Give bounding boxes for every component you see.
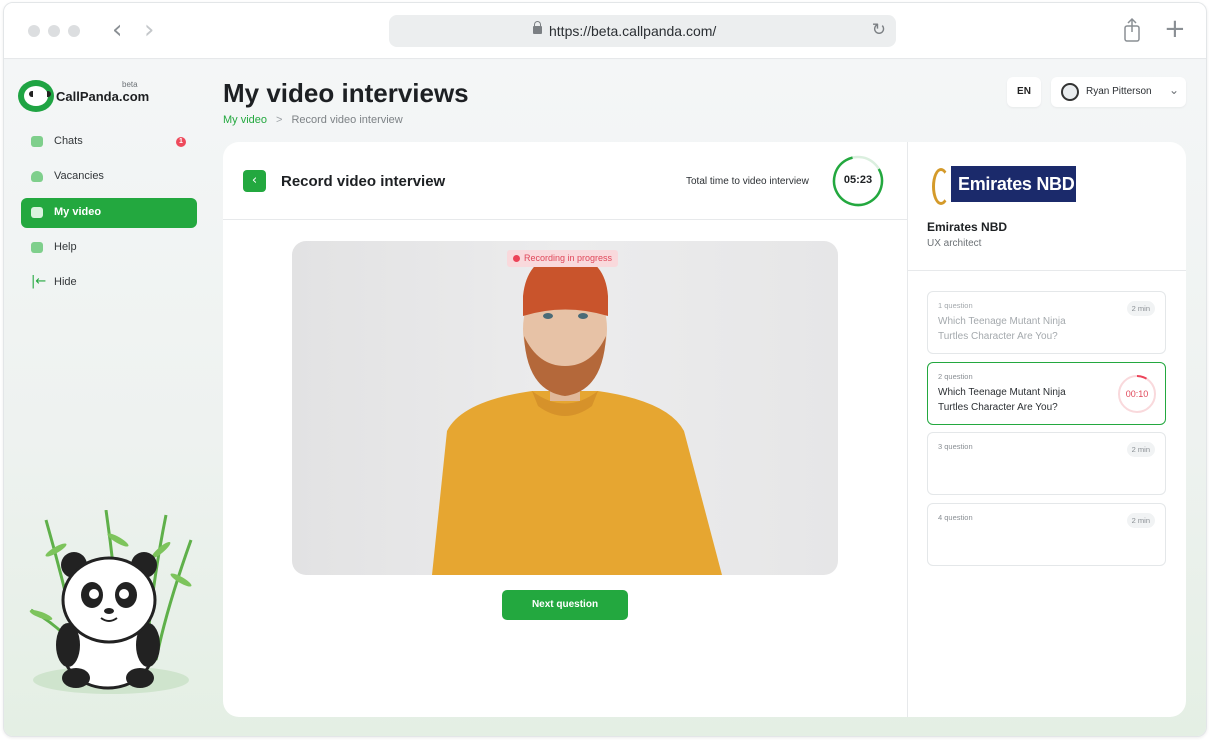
- share-icon[interactable]: [1122, 17, 1142, 43]
- panel-header: ‹ Record video interview Total time to v…: [223, 142, 907, 220]
- question-duration-badge: 2 min: [1126, 513, 1155, 528]
- beta-tag: beta: [122, 80, 138, 89]
- address-bar[interactable]: https://beta.callpanda.com/ ↻: [389, 15, 896, 47]
- breadcrumb: My video > Record video interview: [223, 114, 403, 126]
- video-preview: Recording in progress: [292, 241, 838, 575]
- url-text: https://beta.callpanda.com/: [549, 23, 717, 39]
- page-title: My video interviews: [223, 78, 469, 108]
- new-tab-icon[interactable]: +: [1164, 14, 1186, 44]
- browser-toolbar: ‹ › https://beta.callpanda.com/ ↻ +: [4, 3, 1206, 59]
- question-card-3[interactable]: 3 question 2 min: [927, 432, 1166, 495]
- question-card-1[interactable]: 1 question Which Teenage Mutant Ninja Tu…: [927, 291, 1166, 354]
- sidebar-item-label: Chats: [54, 135, 83, 147]
- chat-icon: [31, 136, 43, 147]
- question-duration-badge: 2 min: [1126, 301, 1155, 316]
- panda-logo-icon: [18, 80, 54, 112]
- forward-arrow-icon[interactable]: ›: [144, 17, 168, 45]
- question-number: 2 question: [938, 372, 973, 381]
- question-card-2[interactable]: 2 question Which Teenage Mutant Ninja Tu…: [927, 362, 1166, 425]
- person-video-frame: [432, 253, 722, 575]
- help-icon: [31, 242, 43, 253]
- brand-name: CallPanda.com: [56, 89, 150, 104]
- chevron-down-icon: ⌄: [1169, 83, 1180, 97]
- avatar: [1061, 83, 1079, 101]
- sidebar-item-my-video[interactable]: My video: [21, 198, 197, 228]
- browser-window: ‹ › https://beta.callpanda.com/ ↻ + Call…: [3, 2, 1207, 737]
- company-logo-text: Emirates NBD: [958, 174, 1075, 194]
- back-button[interactable]: ‹: [243, 170, 266, 192]
- app-area: CallPanda.com beta Chats 1 Vacancies My …: [4, 60, 1206, 736]
- sidebar-item-vacancies[interactable]: Vacancies: [21, 162, 197, 192]
- sidebar-item-label: Help: [54, 241, 77, 253]
- company-logo-mark-icon: [927, 166, 951, 205]
- question-number: 4 question: [938, 513, 973, 522]
- video-camera-icon: [31, 207, 43, 218]
- sidebar-item-label: My video: [54, 206, 102, 218]
- maximize-window-dot[interactable]: [68, 25, 80, 37]
- question-number: 3 question: [938, 442, 973, 451]
- total-time-label: Total time to video interview: [686, 176, 809, 187]
- company-name: Emirates NBD: [927, 220, 1008, 234]
- recording-status-badge: Recording in progress: [507, 250, 619, 267]
- lock-icon: [533, 21, 542, 34]
- question-number: 1 question: [938, 301, 973, 310]
- close-window-dot[interactable]: [28, 25, 40, 37]
- briefcase-icon: [31, 171, 43, 182]
- minimize-window-dot[interactable]: [48, 25, 60, 37]
- panel-title: Record video interview: [281, 173, 446, 190]
- question-card-4[interactable]: 4 question 2 min: [927, 503, 1166, 566]
- unread-badge: 1: [176, 137, 186, 147]
- breadcrumb-separator: >: [276, 114, 283, 126]
- interview-panel: ‹ Record video interview Total time to v…: [223, 142, 1186, 717]
- company-logo: Emirates NBD: [927, 166, 1076, 205]
- job-title: UX architect: [927, 238, 982, 249]
- sidebar-item-label: Hide: [54, 276, 77, 288]
- question-duration-badge: 2 min: [1126, 442, 1155, 457]
- sidebar-item-chats[interactable]: Chats 1: [21, 127, 197, 157]
- column-divider: [907, 142, 908, 717]
- question-text: Which Teenage Mutant Ninja Turtles Chara…: [938, 387, 1066, 413]
- sidebar-item-hide[interactable]: |← Hide: [21, 268, 197, 298]
- user-name: Ryan Pitterson: [1086, 86, 1152, 97]
- sidebar-item-label: Vacancies: [54, 170, 104, 182]
- section-divider: [908, 270, 1186, 271]
- panda-mascot-illustration: [29, 510, 193, 694]
- next-question-button[interactable]: Next question: [502, 590, 628, 620]
- reload-icon[interactable]: ↻: [872, 20, 886, 40]
- breadcrumb-link-my-video[interactable]: My video: [223, 114, 267, 126]
- collapse-icon: |←: [31, 274, 47, 289]
- user-menu[interactable]: Ryan Pitterson ⌄: [1051, 77, 1186, 107]
- back-arrow-icon[interactable]: ‹: [112, 17, 136, 45]
- question-timer-value: 00:10: [1125, 389, 1149, 399]
- breadcrumb-current: Record video interview: [291, 114, 403, 126]
- total-time-value: 05:23: [843, 174, 873, 186]
- language-selector[interactable]: EN: [1007, 77, 1041, 107]
- sidebar-item-help[interactable]: Help: [21, 233, 197, 263]
- question-text: Which Teenage Mutant Ninja Turtles Chara…: [938, 316, 1066, 342]
